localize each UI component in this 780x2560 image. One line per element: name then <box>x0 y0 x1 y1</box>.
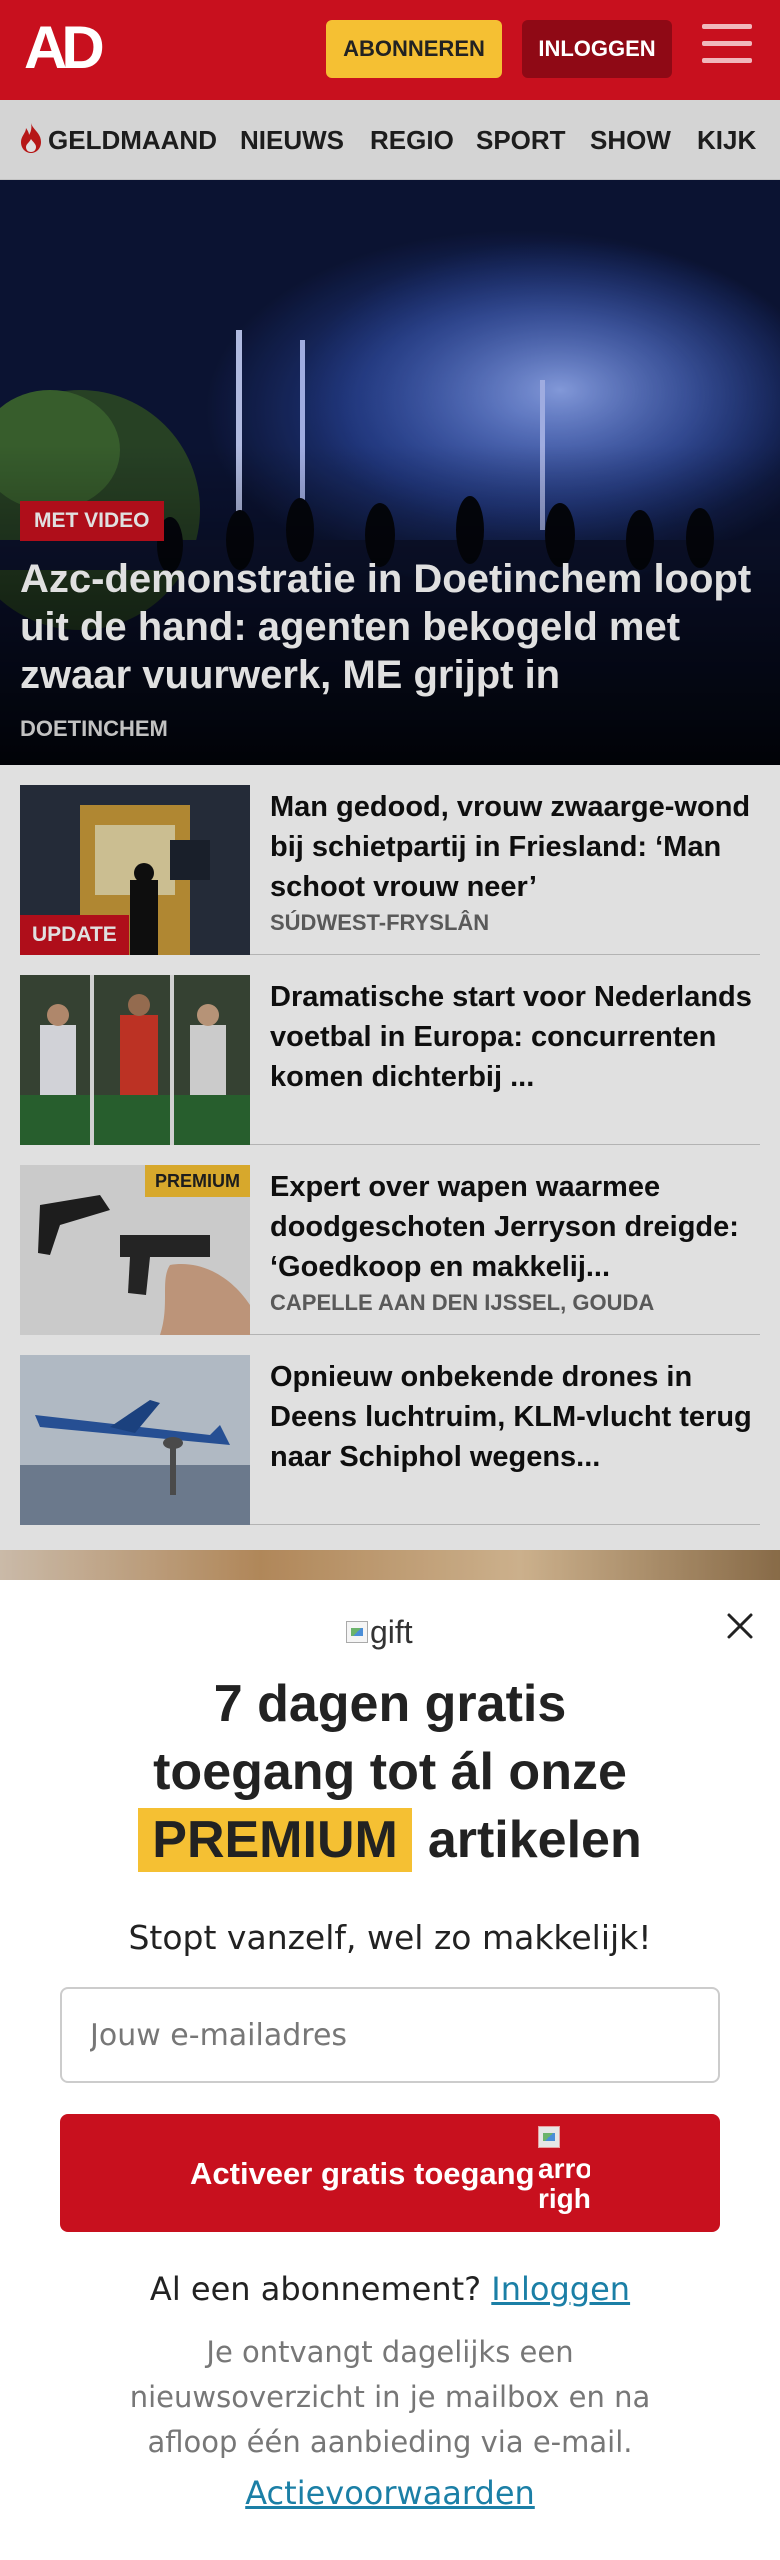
premium-highlight: PREMIUM <box>138 1808 412 1872</box>
email-field[interactable] <box>60 1987 720 2083</box>
arrow-right-icon: arrow right <box>538 2124 590 2224</box>
top-bar: AD ABONNEREN INLOGGEN <box>0 0 780 100</box>
login-link[interactable]: Inloggen <box>491 2270 630 2308</box>
gift-icon: gift <box>346 1610 436 1654</box>
newsletter-info: Je ontvangt dagelijks een nieuwsoverzich… <box>129 2335 651 2459</box>
close-icon[interactable] <box>722 1608 758 1644</box>
modal-subtitle: Stopt vanzelf, wel zo makkelijk! <box>128 1918 652 1957</box>
menu-icon[interactable] <box>702 24 752 72</box>
modal-headline: 7 dagen gratis toegang tot ál onze PREMI… <box>0 1670 780 1874</box>
activate-button[interactable]: Activeer gratis toegang arrow right <box>60 2114 720 2232</box>
subscribe-button[interactable]: ABONNEREN <box>326 20 502 78</box>
terms-link[interactable]: Actievoorwaarden <box>0 2474 780 2512</box>
existing-subscription-text: Al een abonnement? Inloggen <box>149 2270 631 2308</box>
premium-trial-modal: gift 7 dagen gratis toegang tot ál onze … <box>0 1580 780 2560</box>
login-button[interactable]: INLOGGEN <box>522 20 672 78</box>
ad-logo[interactable]: AD <box>24 16 120 80</box>
